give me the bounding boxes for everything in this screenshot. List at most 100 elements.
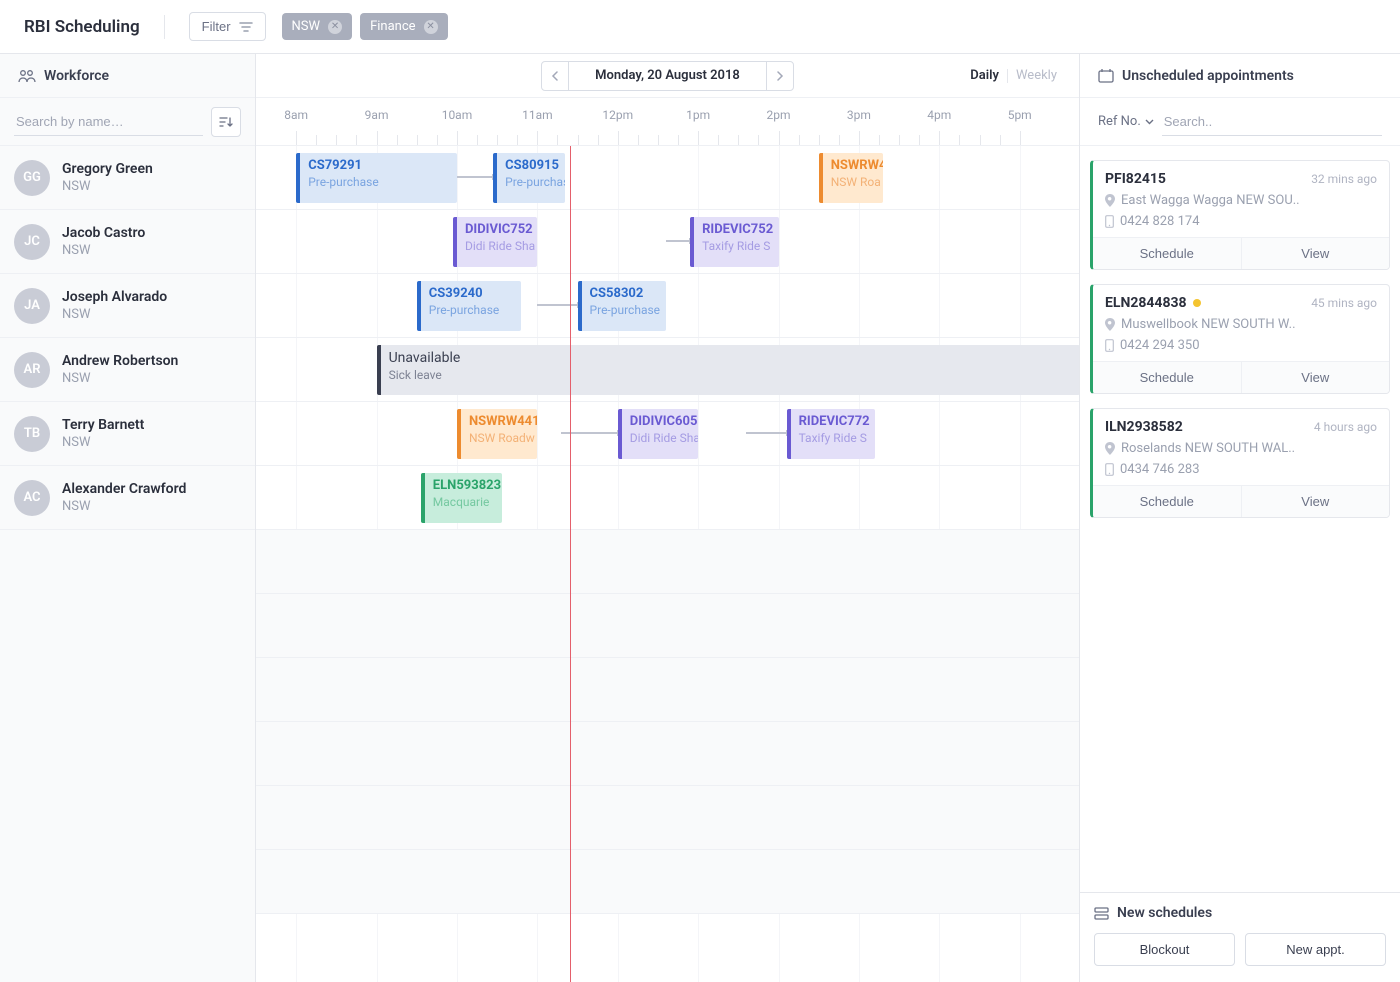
appointment-ref: CS39240 bbox=[429, 286, 514, 301]
hour-label: 5pm bbox=[1008, 108, 1032, 122]
appointment-block[interactable]: RIDEVIC772Taxify Ride S bbox=[787, 409, 875, 459]
appointment-block[interactable]: CS79291Pre-purchase bbox=[296, 153, 457, 203]
filter-chip[interactable]: NSW✕ bbox=[282, 13, 353, 40]
card-view-button[interactable]: View bbox=[1242, 362, 1390, 393]
people-icon bbox=[18, 69, 36, 83]
appointment-block[interactable]: DIDIVIC605 Didi Ride Sha bbox=[618, 409, 698, 459]
appointment-sub: Macquarie bbox=[433, 495, 494, 509]
blockout-button[interactable]: Blockout bbox=[1094, 933, 1235, 966]
appointment-ref: RIDEVIC772 bbox=[799, 414, 867, 429]
card-schedule-button[interactable]: Schedule bbox=[1093, 238, 1242, 269]
unscheduled-heading: Unscheduled appointments bbox=[1080, 54, 1400, 98]
appointment-block[interactable]: NSWRW4NSW Roa bbox=[819, 153, 883, 203]
appointment-ref: RIDEVIC752 bbox=[702, 222, 770, 237]
schedule-row bbox=[256, 530, 1079, 594]
chevron-down-icon bbox=[1145, 119, 1154, 125]
workforce-sort-button[interactable] bbox=[211, 107, 241, 137]
card-address: Roselands NEW SOUTH WAL.. bbox=[1105, 441, 1377, 456]
hour-label: 1pm bbox=[686, 108, 710, 122]
appointment-block[interactable]: NSWRW441 NSW Roadw bbox=[457, 409, 537, 459]
appointment-ref: CS58302 bbox=[590, 286, 658, 301]
schedule-row bbox=[256, 594, 1079, 658]
card-schedule-button[interactable]: Schedule bbox=[1093, 362, 1242, 393]
filter-label: Filter bbox=[202, 19, 231, 34]
worker-name: Jacob Castro bbox=[62, 225, 145, 241]
date-prev-button[interactable] bbox=[541, 61, 569, 91]
unscheduled-sort[interactable]: Ref No. bbox=[1098, 114, 1154, 129]
date-next-button[interactable] bbox=[766, 61, 794, 91]
new-appt-button[interactable]: New appt. bbox=[1245, 933, 1386, 966]
unscheduled-card[interactable]: ELN284483845 mins agoMuswellbook NEW SOU… bbox=[1090, 284, 1390, 394]
card-ref: ELN2844838 bbox=[1105, 295, 1201, 311]
view-weekly[interactable]: Weekly bbox=[1012, 66, 1061, 85]
worker-row[interactable]: GGGregory GreenNSW bbox=[0, 146, 255, 210]
schedule-icon bbox=[1094, 907, 1109, 920]
chevron-left-icon bbox=[551, 71, 559, 81]
filter-chip[interactable]: Finance✕ bbox=[360, 13, 447, 40]
appointment-ref: DIDIVIC752 bbox=[465, 222, 529, 237]
appointment-block[interactable]: RIDEVIC752Taxify Ride S bbox=[690, 217, 778, 267]
hour-label: 2pm bbox=[767, 108, 791, 122]
chip-remove-icon[interactable]: ✕ bbox=[424, 20, 438, 34]
view-daily[interactable]: Daily bbox=[966, 66, 1003, 85]
sort-icon bbox=[219, 116, 233, 128]
worker-region: NSW bbox=[62, 499, 186, 514]
card-view-button[interactable]: View bbox=[1242, 238, 1390, 269]
workforce-heading: Workforce bbox=[0, 54, 255, 98]
avatar: AR bbox=[14, 352, 50, 388]
card-time: 4 hours ago bbox=[1314, 420, 1377, 434]
appointment-sub: Sick leave bbox=[389, 368, 1072, 382]
schedule-row: CS79291Pre-purchase CS80915Pre-purchase NS… bbox=[256, 146, 1079, 210]
avatar: AC bbox=[14, 480, 50, 516]
appointment-sub: Pre-purchase bbox=[308, 175, 449, 189]
unscheduled-search-input[interactable] bbox=[1162, 108, 1382, 136]
travel-segment bbox=[746, 432, 786, 434]
appointment-ref: ELN593823 bbox=[433, 478, 494, 493]
hour-label: 9am bbox=[365, 108, 389, 122]
card-ref: ILN2938582 bbox=[1105, 419, 1183, 435]
filter-button[interactable]: Filter bbox=[189, 12, 266, 41]
current-time-indicator bbox=[570, 146, 571, 982]
appointment-block[interactable]: CS39240Pre-purchase bbox=[417, 281, 522, 331]
current-date-label[interactable]: Monday, 20 August 2018 bbox=[569, 61, 766, 91]
appointment-ref: NSWRW441 bbox=[469, 414, 529, 429]
hour-label: 11am bbox=[522, 108, 553, 122]
appointment-ref: DIDIVIC605 bbox=[630, 414, 690, 429]
worker-name: Andrew Robertson bbox=[62, 353, 178, 369]
appointment-block[interactable]: UnavailableSick leave bbox=[377, 345, 1079, 395]
appointment-block[interactable]: DIDIVIC752Didi Ride Sha bbox=[453, 217, 537, 267]
card-phone: 0434 746 283 bbox=[1105, 462, 1377, 477]
schedule-row bbox=[256, 850, 1079, 914]
schedule-row bbox=[256, 786, 1079, 850]
worker-row[interactable]: ARAndrew RobertsonNSW bbox=[0, 338, 255, 402]
hour-label: 10am bbox=[442, 108, 473, 122]
new-schedules-heading: New schedules bbox=[1094, 905, 1386, 921]
workforce-search-input[interactable] bbox=[14, 108, 203, 136]
card-view-button[interactable]: View bbox=[1242, 486, 1390, 517]
worker-region: NSW bbox=[62, 307, 167, 322]
worker-row[interactable]: JAJoseph AlvaradoNSW bbox=[0, 274, 255, 338]
card-time: 32 mins ago bbox=[1311, 172, 1377, 186]
unscheduled-panel: Unscheduled appointments Ref No. PFI8241… bbox=[1080, 54, 1400, 982]
chip-remove-icon[interactable]: ✕ bbox=[328, 20, 342, 34]
schedule-row bbox=[256, 658, 1079, 722]
worker-row[interactable]: JCJacob CastroNSW bbox=[0, 210, 255, 274]
unscheduled-card[interactable]: ILN2938582 4 hours ago Roselands NEW SOUTH… bbox=[1090, 408, 1390, 518]
appointment-sub: NSW Roadw bbox=[469, 431, 529, 445]
unscheduled-card[interactable]: PFI8241532 mins agoEast Wagga Wagga NEW … bbox=[1090, 160, 1390, 270]
appointment-block[interactable]: ELN593823 Macquarie bbox=[421, 473, 502, 523]
appointment-block[interactable]: CS58302 Pre-purchase bbox=[578, 281, 666, 331]
appointment-sub: Didi Ride Sha bbox=[630, 431, 690, 445]
divider bbox=[164, 15, 165, 39]
card-phone: 0424 828 174 bbox=[1105, 214, 1377, 229]
avatar: JA bbox=[14, 288, 50, 324]
schedule-row bbox=[256, 722, 1079, 786]
phone-icon bbox=[1105, 215, 1114, 228]
appointment-sub: Pre-purchase bbox=[590, 303, 658, 317]
hour-label: 3pm bbox=[847, 108, 871, 122]
appointment-block[interactable]: CS80915Pre-purchase bbox=[493, 153, 565, 203]
card-schedule-button[interactable]: Schedule bbox=[1093, 486, 1242, 517]
worker-row[interactable]: TBTerry BarnettNSW bbox=[0, 402, 255, 466]
worker-row[interactable]: ACAlexander CrawfordNSW bbox=[0, 466, 255, 530]
status-dot-icon bbox=[1193, 299, 1201, 307]
